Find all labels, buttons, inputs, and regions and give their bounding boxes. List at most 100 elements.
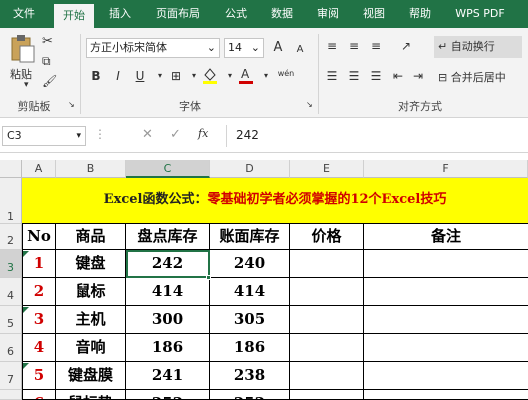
row-header[interactable]: 3 <box>0 250 22 278</box>
chevron-down-icon[interactable]: ▾ <box>256 66 276 86</box>
cell-price[interactable] <box>290 306 364 334</box>
cell-stock[interactable]: 414 <box>126 278 210 306</box>
borders-icon[interactable]: ⊞ <box>166 66 186 86</box>
cell-item[interactable]: 键盘 <box>56 250 126 278</box>
underline-button[interactable]: U <box>130 66 150 86</box>
paste-icon[interactable] <box>8 34 36 64</box>
tab-wps-pdf[interactable]: WPS PDF <box>448 0 512 28</box>
cell-no[interactable]: 2 <box>22 278 56 306</box>
header-cell-book[interactable]: 账面库存 <box>210 224 290 250</box>
cell-book[interactable]: 252 <box>210 390 290 400</box>
cell-price[interactable] <box>290 278 364 306</box>
row-header[interactable]: 4 <box>0 278 22 306</box>
cell-stock[interactable]: 241 <box>126 362 210 390</box>
cell-no[interactable]: 4 <box>22 334 56 362</box>
tab-insert[interactable]: 插入 <box>100 0 140 28</box>
cell-price[interactable] <box>290 362 364 390</box>
cell-book[interactable]: 186 <box>210 334 290 362</box>
formula-input[interactable]: 242 <box>236 128 259 142</box>
title-cell[interactable]: Excel函数公式：零基础初学者必须掌握的12个Excel技巧 <box>22 178 528 224</box>
cell-book[interactable]: 305 <box>210 306 290 334</box>
header-cell-notes[interactable]: 备注 <box>364 224 528 250</box>
cell-notes[interactable] <box>364 334 528 362</box>
cut-icon[interactable]: ✂ <box>42 34 53 49</box>
select-all-corner[interactable] <box>0 160 22 178</box>
align-top-icon[interactable]: ≡ <box>322 36 342 56</box>
font-color-icon[interactable]: A <box>236 66 256 86</box>
cell-notes[interactable] <box>364 390 528 400</box>
cell-item[interactable]: 键盘膜 <box>56 362 126 390</box>
cancel-icon[interactable]: ✕ <box>142 127 153 142</box>
column-header[interactable]: C <box>126 160 210 178</box>
name-box[interactable]: C3 ▾ <box>2 126 86 146</box>
header-cell-stock[interactable]: 盘点库存 <box>126 224 210 250</box>
cell-stock[interactable]: 300 <box>126 306 210 334</box>
cell-item[interactable]: 鼠标 <box>56 278 126 306</box>
tab-review[interactable]: 审阅 <box>308 0 348 28</box>
row-header[interactable]: 2 <box>0 224 22 250</box>
row-header[interactable]: 5 <box>0 306 22 334</box>
increase-indent-icon[interactable]: ⇥ <box>408 66 428 86</box>
fill-handle[interactable] <box>206 275 211 280</box>
font-name-select[interactable]: 方正小标宋简体 ⌄ <box>86 38 220 58</box>
tab-file[interactable]: 文件 <box>4 0 44 28</box>
copy-icon[interactable]: ⧉ <box>42 54 51 69</box>
tab-help[interactable]: 帮助 <box>400 0 440 28</box>
column-header[interactable]: D <box>210 160 290 178</box>
cell-item[interactable]: 鼠标垫 <box>56 390 126 400</box>
cell-book[interactable]: 240 <box>210 250 290 278</box>
row-header[interactable]: 7 <box>0 362 22 390</box>
bold-button[interactable]: B <box>86 66 106 86</box>
cell-price[interactable] <box>290 250 364 278</box>
column-header[interactable]: F <box>364 160 528 178</box>
italic-button[interactable]: I <box>108 66 128 86</box>
column-header[interactable]: B <box>56 160 126 178</box>
row-header[interactable]: 8 <box>0 390 22 400</box>
wrap-text-button[interactable]: ↵ 自动换行 <box>434 36 522 58</box>
cell-item[interactable]: 主机 <box>56 306 126 334</box>
orientation-icon[interactable]: ↗ <box>396 36 416 56</box>
cell-notes[interactable] <box>364 306 528 334</box>
increase-font-size-button[interactable]: A <box>268 38 288 58</box>
fill-color-icon[interactable] <box>200 66 220 86</box>
cell-notes[interactable] <box>364 250 528 278</box>
column-header[interactable]: E <box>290 160 364 178</box>
align-middle-icon[interactable]: ≡ <box>344 36 364 56</box>
format-painter-icon[interactable]: 🖌 <box>42 74 57 88</box>
decrease-font-size-button[interactable]: A <box>290 40 310 60</box>
cell-stock[interactable]: 252 <box>126 390 210 400</box>
cell-price[interactable] <box>290 334 364 362</box>
tab-home[interactable]: 开始 <box>54 2 94 28</box>
header-cell-no[interactable]: No <box>22 224 56 250</box>
paste-dropdown-icon[interactable]: ▾ <box>24 80 29 90</box>
align-center-icon[interactable]: ☰ <box>344 66 364 86</box>
tab-page-layout[interactable]: 页面布局 <box>148 0 208 28</box>
clipboard-launcher-icon[interactable]: ↘ <box>68 100 75 109</box>
row-header[interactable]: 1 <box>0 178 22 224</box>
header-cell-price[interactable]: 价格 <box>290 224 364 250</box>
cell-no[interactable]: 6 <box>22 390 56 400</box>
column-header[interactable]: A <box>22 160 56 178</box>
tab-formulas[interactable]: 公式 <box>216 0 256 28</box>
cell-price[interactable] <box>290 390 364 400</box>
insert-function-button[interactable]: fx <box>198 127 208 140</box>
align-right-icon[interactable]: ☰ <box>366 66 386 86</box>
align-left-icon[interactable]: ☰ <box>322 66 342 86</box>
phonetic-guide-button[interactable]: wén <box>274 64 298 84</box>
cell-book[interactable]: 414 <box>210 278 290 306</box>
decrease-indent-icon[interactable]: ⇤ <box>388 66 408 86</box>
cell-book[interactable]: 238 <box>210 362 290 390</box>
enter-icon[interactable]: ✓ <box>170 127 181 142</box>
tab-view[interactable]: 视图 <box>354 0 394 28</box>
header-cell-item[interactable]: 商品 <box>56 224 126 250</box>
cell-stock[interactable]: 186 <box>126 334 210 362</box>
row-header[interactable]: 6 <box>0 334 22 362</box>
cell-stock[interactable]: 242 <box>126 250 210 278</box>
cell-notes[interactable] <box>364 278 528 306</box>
cell-notes[interactable] <box>364 362 528 390</box>
align-bottom-icon[interactable]: ≡ <box>366 36 386 56</box>
merge-center-button[interactable]: ⊟ 合并后居中 <box>434 68 526 88</box>
cell-item[interactable]: 音响 <box>56 334 126 362</box>
tab-data[interactable]: 数据 <box>262 0 302 28</box>
font-launcher-icon[interactable]: ↘ <box>306 100 313 109</box>
